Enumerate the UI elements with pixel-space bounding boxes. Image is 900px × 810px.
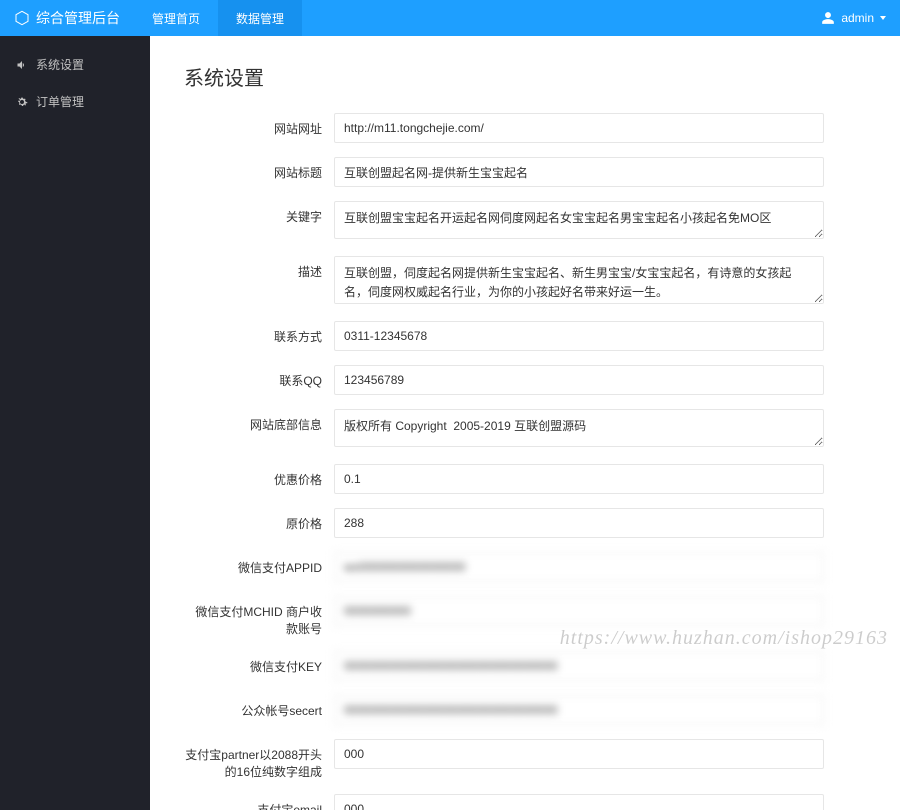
nav-data[interactable]: 数据管理 [218, 0, 302, 36]
label-orig-price: 原价格 [184, 508, 334, 532]
main-content: 系统设置 网站网址 网站标题 关键字 互联创盟宝宝起名开运起名网伺度网起名女宝宝… [150, 36, 900, 810]
label-wx-mchid: 微信支付MCHID 商户收款账号 [184, 596, 334, 637]
textarea-keywords[interactable]: 互联创盟宝宝起名开运起名网伺度网起名女宝宝起名男宝宝起名小孩起名免MO区 [334, 201, 824, 239]
label-footer: 网站底部信息 [184, 409, 334, 433]
input-discount[interactable] [334, 464, 824, 494]
sidebar-item-label: 订单管理 [36, 93, 84, 110]
input-qq[interactable] [334, 365, 824, 395]
gear-icon [16, 96, 28, 108]
label-description: 描述 [184, 256, 334, 280]
textarea-footer[interactable]: 版权所有 Copyright 2005-2019 互联创盟源码 [334, 409, 824, 447]
label-discount: 优惠价格 [184, 464, 334, 488]
input-wx-appid[interactable] [334, 552, 824, 582]
input-site-url[interactable] [334, 113, 824, 143]
input-ali-email[interactable] [334, 794, 824, 810]
input-contact[interactable] [334, 321, 824, 351]
label-contact: 联系方式 [184, 321, 334, 345]
volume-icon [16, 59, 28, 71]
label-wx-key: 微信支付KEY [184, 651, 334, 675]
label-ali-email: 支付宝email [184, 794, 334, 810]
label-qq: 联系QQ [184, 365, 334, 389]
input-wx-key[interactable] [334, 651, 824, 681]
sidebar-item-order-manage[interactable]: 订单管理 [0, 83, 150, 120]
top-nav: 管理首页 数据管理 [134, 0, 302, 36]
label-wx-appid: 微信支付APPID [184, 552, 334, 576]
topbar: 综合管理后台 管理首页 数据管理 admin [0, 0, 900, 36]
sidebar: 系统设置 订单管理 [0, 36, 150, 810]
input-orig-price[interactable] [334, 508, 824, 538]
user-name: admin [841, 11, 874, 25]
input-site-title[interactable] [334, 157, 824, 187]
label-site-url: 网站网址 [184, 113, 334, 137]
textarea-description[interactable]: 互联创盟，伺度起名网提供新生宝宝起名、新生男宝宝/女宝宝起名，有诗意的女孩起名，… [334, 256, 824, 304]
sidebar-item-system-settings[interactable]: 系统设置 [0, 46, 150, 83]
input-mp-secret[interactable] [334, 695, 824, 725]
settings-form: 网站网址 网站标题 关键字 互联创盟宝宝起名开运起名网伺度网起名女宝宝起名男宝宝… [184, 113, 824, 810]
user-icon [821, 11, 835, 25]
label-ali-partner: 支付宝partner以2088开头的16位纯数字组成 [184, 739, 334, 780]
label-mp-secret: 公众帐号secert [184, 695, 334, 719]
logo: 综合管理后台 [0, 8, 134, 28]
page-title: 系统设置 [184, 62, 866, 91]
logo-icon [14, 10, 30, 26]
user-menu[interactable]: admin [821, 11, 886, 25]
label-keywords: 关键字 [184, 201, 334, 225]
sidebar-item-label: 系统设置 [36, 56, 84, 73]
input-ali-partner[interactable] [334, 739, 824, 769]
chevron-down-icon [880, 16, 886, 20]
nav-home[interactable]: 管理首页 [134, 0, 218, 36]
label-site-title: 网站标题 [184, 157, 334, 181]
input-wx-mchid[interactable] [334, 596, 824, 626]
logo-text: 综合管理后台 [36, 8, 120, 28]
